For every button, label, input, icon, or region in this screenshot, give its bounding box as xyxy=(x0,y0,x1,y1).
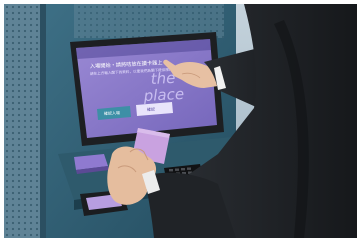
screen-brand-place: place xyxy=(142,85,184,105)
screen-button-confirm-label: 確認 xyxy=(147,106,155,112)
screen-button-confirm-entry-label: 確認入場 xyxy=(104,109,120,116)
kiosk-scene: 入場開始・請將咭放在讀卡器上 請在上方輸入閣下的資料，以便我們為閣下提供服務 t… xyxy=(4,4,357,238)
left-perforated-panel xyxy=(4,4,42,238)
kiosk-photo: 入場開始・請將咭放在讀卡器上 請在上方輸入閣下的資料，以便我們為閣下提供服務 t… xyxy=(4,4,357,238)
left-panel-edge xyxy=(40,4,46,238)
kiosk-top-texture xyxy=(74,4,224,38)
